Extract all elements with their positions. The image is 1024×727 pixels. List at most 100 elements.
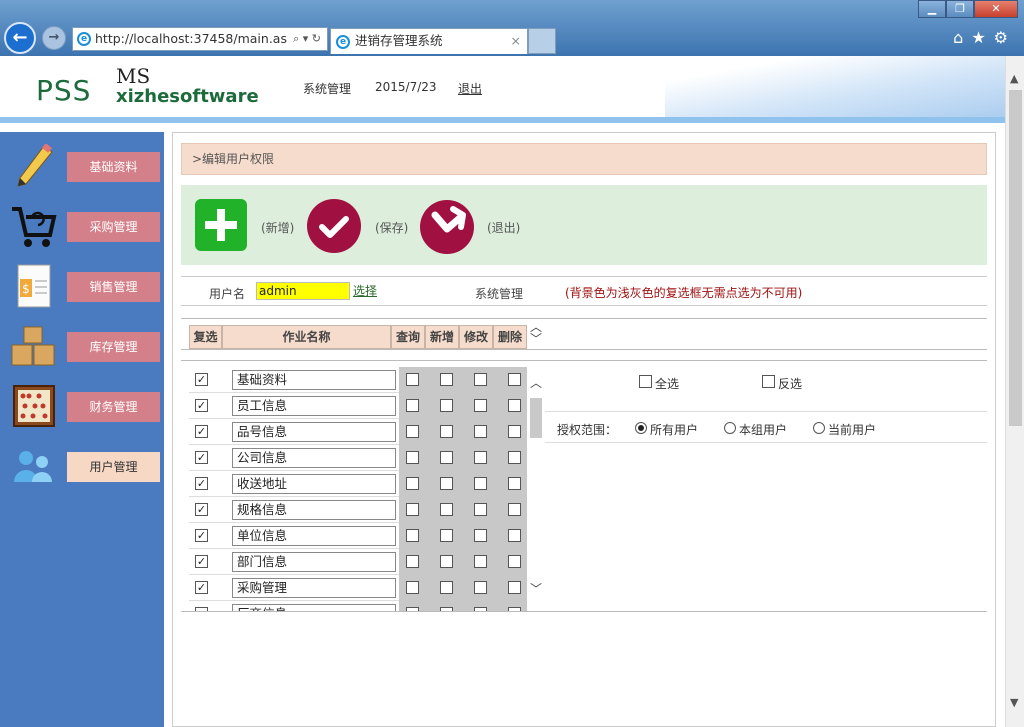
favorites-icon[interactable]: ★ bbox=[971, 28, 993, 47]
row-delete-checkbox[interactable] bbox=[508, 373, 521, 386]
exit-button[interactable] bbox=[419, 199, 474, 254]
row-delete-checkbox[interactable] bbox=[508, 425, 521, 438]
row-add-checkbox[interactable] bbox=[440, 581, 453, 594]
select-all-label[interactable]: 全选 bbox=[655, 375, 679, 392]
header-menu-system[interactable]: 系统管理 bbox=[303, 80, 351, 97]
row-query-checkbox[interactable] bbox=[406, 373, 419, 386]
row-add-checkbox[interactable] bbox=[440, 529, 453, 542]
row-select-checkbox[interactable]: ✓ bbox=[195, 529, 208, 542]
row-query-checkbox[interactable] bbox=[406, 477, 419, 490]
row-edit-checkbox[interactable] bbox=[474, 581, 487, 594]
scroll-thumb[interactable] bbox=[530, 398, 542, 438]
row-add-checkbox[interactable] bbox=[440, 399, 453, 412]
header-scroll-icon[interactable]: ︿ ﹀ bbox=[530, 321, 542, 345]
sidebar-item-purchase[interactable]: 采购管理 bbox=[0, 197, 164, 257]
scope-radio-group[interactable] bbox=[724, 422, 736, 434]
exit-label[interactable]: (退出) bbox=[487, 219, 520, 236]
sidebar-item-finance[interactable]: 财务管理 bbox=[0, 377, 164, 437]
row-edit-checkbox[interactable] bbox=[474, 477, 487, 490]
row-select-checkbox[interactable] bbox=[195, 607, 208, 611]
sidebar-label[interactable]: 用户管理 bbox=[67, 452, 160, 482]
row-add-checkbox[interactable] bbox=[440, 477, 453, 490]
logout-link[interactable]: 退出 bbox=[458, 80, 482, 97]
row-select-checkbox[interactable]: ✓ bbox=[195, 555, 208, 568]
row-select-checkbox[interactable]: ✓ bbox=[195, 373, 208, 386]
row-edit-checkbox[interactable] bbox=[474, 399, 487, 412]
scroll-up-icon[interactable]: ︿ bbox=[530, 374, 542, 391]
row-add-checkbox[interactable] bbox=[440, 425, 453, 438]
forward-button[interactable]: → bbox=[42, 26, 66, 50]
sidebar-item-sales[interactable]: $ 销售管理 bbox=[0, 257, 164, 317]
save-label[interactable]: (保存) bbox=[375, 219, 408, 236]
new-tab-button[interactable] bbox=[528, 28, 556, 54]
row-delete-checkbox[interactable] bbox=[508, 503, 521, 516]
sidebar-item-basic[interactable]: 基础资料 bbox=[0, 137, 164, 197]
row-select-checkbox[interactable]: ✓ bbox=[195, 399, 208, 412]
row-select-checkbox[interactable]: ✓ bbox=[195, 425, 208, 438]
row-query-checkbox[interactable] bbox=[406, 555, 419, 568]
sidebar-item-inventory[interactable]: 库存管理 bbox=[0, 317, 164, 377]
save-button[interactable] bbox=[307, 199, 361, 253]
scope-option-all[interactable]: 所有用户 bbox=[650, 421, 698, 438]
sidebar-label[interactable]: 采购管理 bbox=[67, 212, 160, 242]
page-scroll-thumb[interactable] bbox=[1009, 90, 1022, 426]
gear-icon[interactable]: ⚙ bbox=[994, 28, 1016, 47]
add-label[interactable]: (新增) bbox=[261, 219, 294, 236]
row-delete-checkbox[interactable] bbox=[508, 477, 521, 490]
scope-radio-current[interactable] bbox=[813, 422, 825, 434]
row-edit-checkbox[interactable] bbox=[474, 529, 487, 542]
row-delete-checkbox[interactable] bbox=[508, 399, 521, 412]
browser-tab[interactable]: e 进销存管理系统 × bbox=[330, 28, 528, 54]
sidebar-label[interactable]: 基础资料 bbox=[67, 152, 160, 182]
username-input[interactable]: admin bbox=[256, 282, 350, 300]
row-delete-checkbox[interactable] bbox=[508, 607, 521, 611]
sidebar-label[interactable]: 销售管理 bbox=[67, 272, 160, 302]
row-query-checkbox[interactable] bbox=[406, 503, 419, 516]
row-add-checkbox[interactable] bbox=[440, 451, 453, 464]
home-icon[interactable]: ⌂ bbox=[953, 28, 971, 47]
row-query-checkbox[interactable] bbox=[406, 425, 419, 438]
maximize-icon[interactable]: ❐ bbox=[946, 0, 974, 18]
row-select-checkbox[interactable]: ✓ bbox=[195, 451, 208, 464]
row-select-checkbox[interactable]: ✓ bbox=[195, 503, 208, 516]
sidebar-item-users[interactable]: 用户管理 bbox=[0, 437, 164, 497]
select-user-link[interactable]: 选择 bbox=[353, 282, 377, 299]
scroll-down-icon[interactable]: ﹀ bbox=[530, 580, 542, 597]
row-select-checkbox[interactable]: ✓ bbox=[195, 581, 208, 594]
row-delete-checkbox[interactable] bbox=[508, 555, 521, 568]
back-button[interactable]: ← bbox=[4, 22, 36, 54]
row-delete-checkbox[interactable] bbox=[508, 529, 521, 542]
select-all-checkbox[interactable] bbox=[639, 375, 652, 388]
grid-scrollbar[interactable]: ︿ ﹀ bbox=[528, 360, 544, 612]
row-edit-checkbox[interactable] bbox=[474, 555, 487, 568]
row-edit-checkbox[interactable] bbox=[474, 503, 487, 516]
row-edit-checkbox[interactable] bbox=[474, 451, 487, 464]
row-add-checkbox[interactable] bbox=[440, 607, 453, 611]
row-query-checkbox[interactable] bbox=[406, 399, 419, 412]
row-edit-checkbox[interactable] bbox=[474, 373, 487, 386]
row-select-checkbox[interactable]: ✓ bbox=[195, 477, 208, 490]
row-add-checkbox[interactable] bbox=[440, 373, 453, 386]
page-scrollbar[interactable]: ▲ ▼ bbox=[1005, 56, 1024, 727]
minimize-icon[interactable]: ▁ bbox=[918, 0, 946, 18]
invert-checkbox[interactable] bbox=[762, 375, 775, 388]
scope-radio-all[interactable] bbox=[635, 422, 647, 434]
add-button[interactable] bbox=[195, 199, 247, 251]
row-delete-checkbox[interactable] bbox=[508, 451, 521, 464]
scope-option-current[interactable]: 当前用户 bbox=[828, 421, 876, 438]
row-query-checkbox[interactable] bbox=[406, 451, 419, 464]
address-bar[interactable]: e http://localhost:37458/main.as ⌕ ▾ ↻ bbox=[72, 27, 328, 51]
close-icon[interactable]: ✕ bbox=[974, 0, 1018, 18]
row-query-checkbox[interactable] bbox=[406, 529, 419, 542]
invert-label[interactable]: 反选 bbox=[778, 375, 802, 392]
sidebar-label[interactable]: 库存管理 bbox=[67, 332, 160, 362]
tab-close-icon[interactable]: × bbox=[511, 29, 521, 53]
row-add-checkbox[interactable] bbox=[440, 555, 453, 568]
row-edit-checkbox[interactable] bbox=[474, 425, 487, 438]
row-query-checkbox[interactable] bbox=[406, 581, 419, 594]
sidebar-label[interactable]: 财务管理 bbox=[67, 392, 160, 422]
row-add-checkbox[interactable] bbox=[440, 503, 453, 516]
row-edit-checkbox[interactable] bbox=[474, 607, 487, 611]
row-query-checkbox[interactable] bbox=[406, 607, 419, 611]
scroll-up-icon[interactable]: ▲ bbox=[1010, 72, 1018, 85]
